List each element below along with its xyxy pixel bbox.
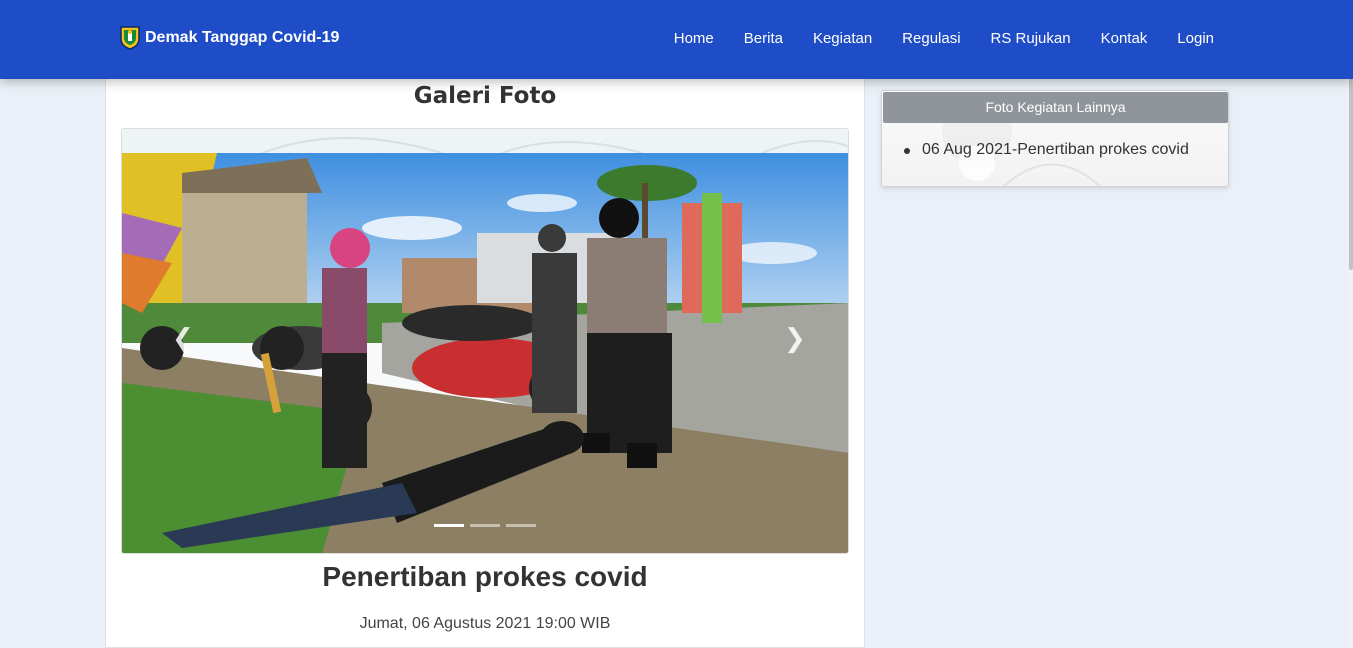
nav-berita[interactable]: Berita [744,30,783,47]
nav-home[interactable]: Home [674,30,714,47]
decorative-banner [122,129,848,153]
nav-rs-rujukan[interactable]: RS Rujukan [991,30,1071,47]
brand-link[interactable]: Demak Tanggap Covid-19 [119,25,339,50]
photo-carousel[interactable]: ❮ ❯ [121,128,849,554]
carousel-indicator-3[interactable] [506,524,536,527]
sidebar-header: Foto Kegiatan Lainnya [883,92,1228,123]
nav-regulasi[interactable]: Regulasi [902,30,960,47]
sidebar-card: Foto Kegiatan Lainnya 06 Aug 2021-Penert… [881,90,1229,187]
nav-login[interactable]: Login [1177,30,1214,47]
main-nav: Home Berita Kegiatan Regulasi RS Rujukan… [674,30,1214,47]
page-scrollbar[interactable] [1349,0,1353,648]
nav-kegiatan[interactable]: Kegiatan [813,30,872,47]
top-navbar: Demak Tanggap Covid-19 Home Berita Kegia… [0,0,1353,79]
post-title: Penertiban prokes covid [322,561,648,592]
carousel-indicator-2[interactable] [470,524,500,527]
sidebar-list-item[interactable]: 06 Aug 2021-Penertiban prokes covid [904,141,1189,159]
sidebar-list: 06 Aug 2021-Penertiban prokes covid [904,141,1189,159]
carousel-indicators [434,524,536,527]
demak-crest-icon [120,26,140,50]
carousel-prev-icon[interactable]: ❮ [172,324,194,354]
brand-name: Demak Tanggap Covid-19 [145,28,340,46]
nav-kontak[interactable]: Kontak [1101,30,1148,47]
carousel-next-icon[interactable]: ❯ [784,324,806,354]
post-date: Jumat, 06 Agustus 2021 19:00 WIB [359,615,611,632]
carousel-indicator-1[interactable] [434,524,464,527]
gallery-title: Galeri Foto [413,83,557,109]
carousel-photo [122,153,848,553]
